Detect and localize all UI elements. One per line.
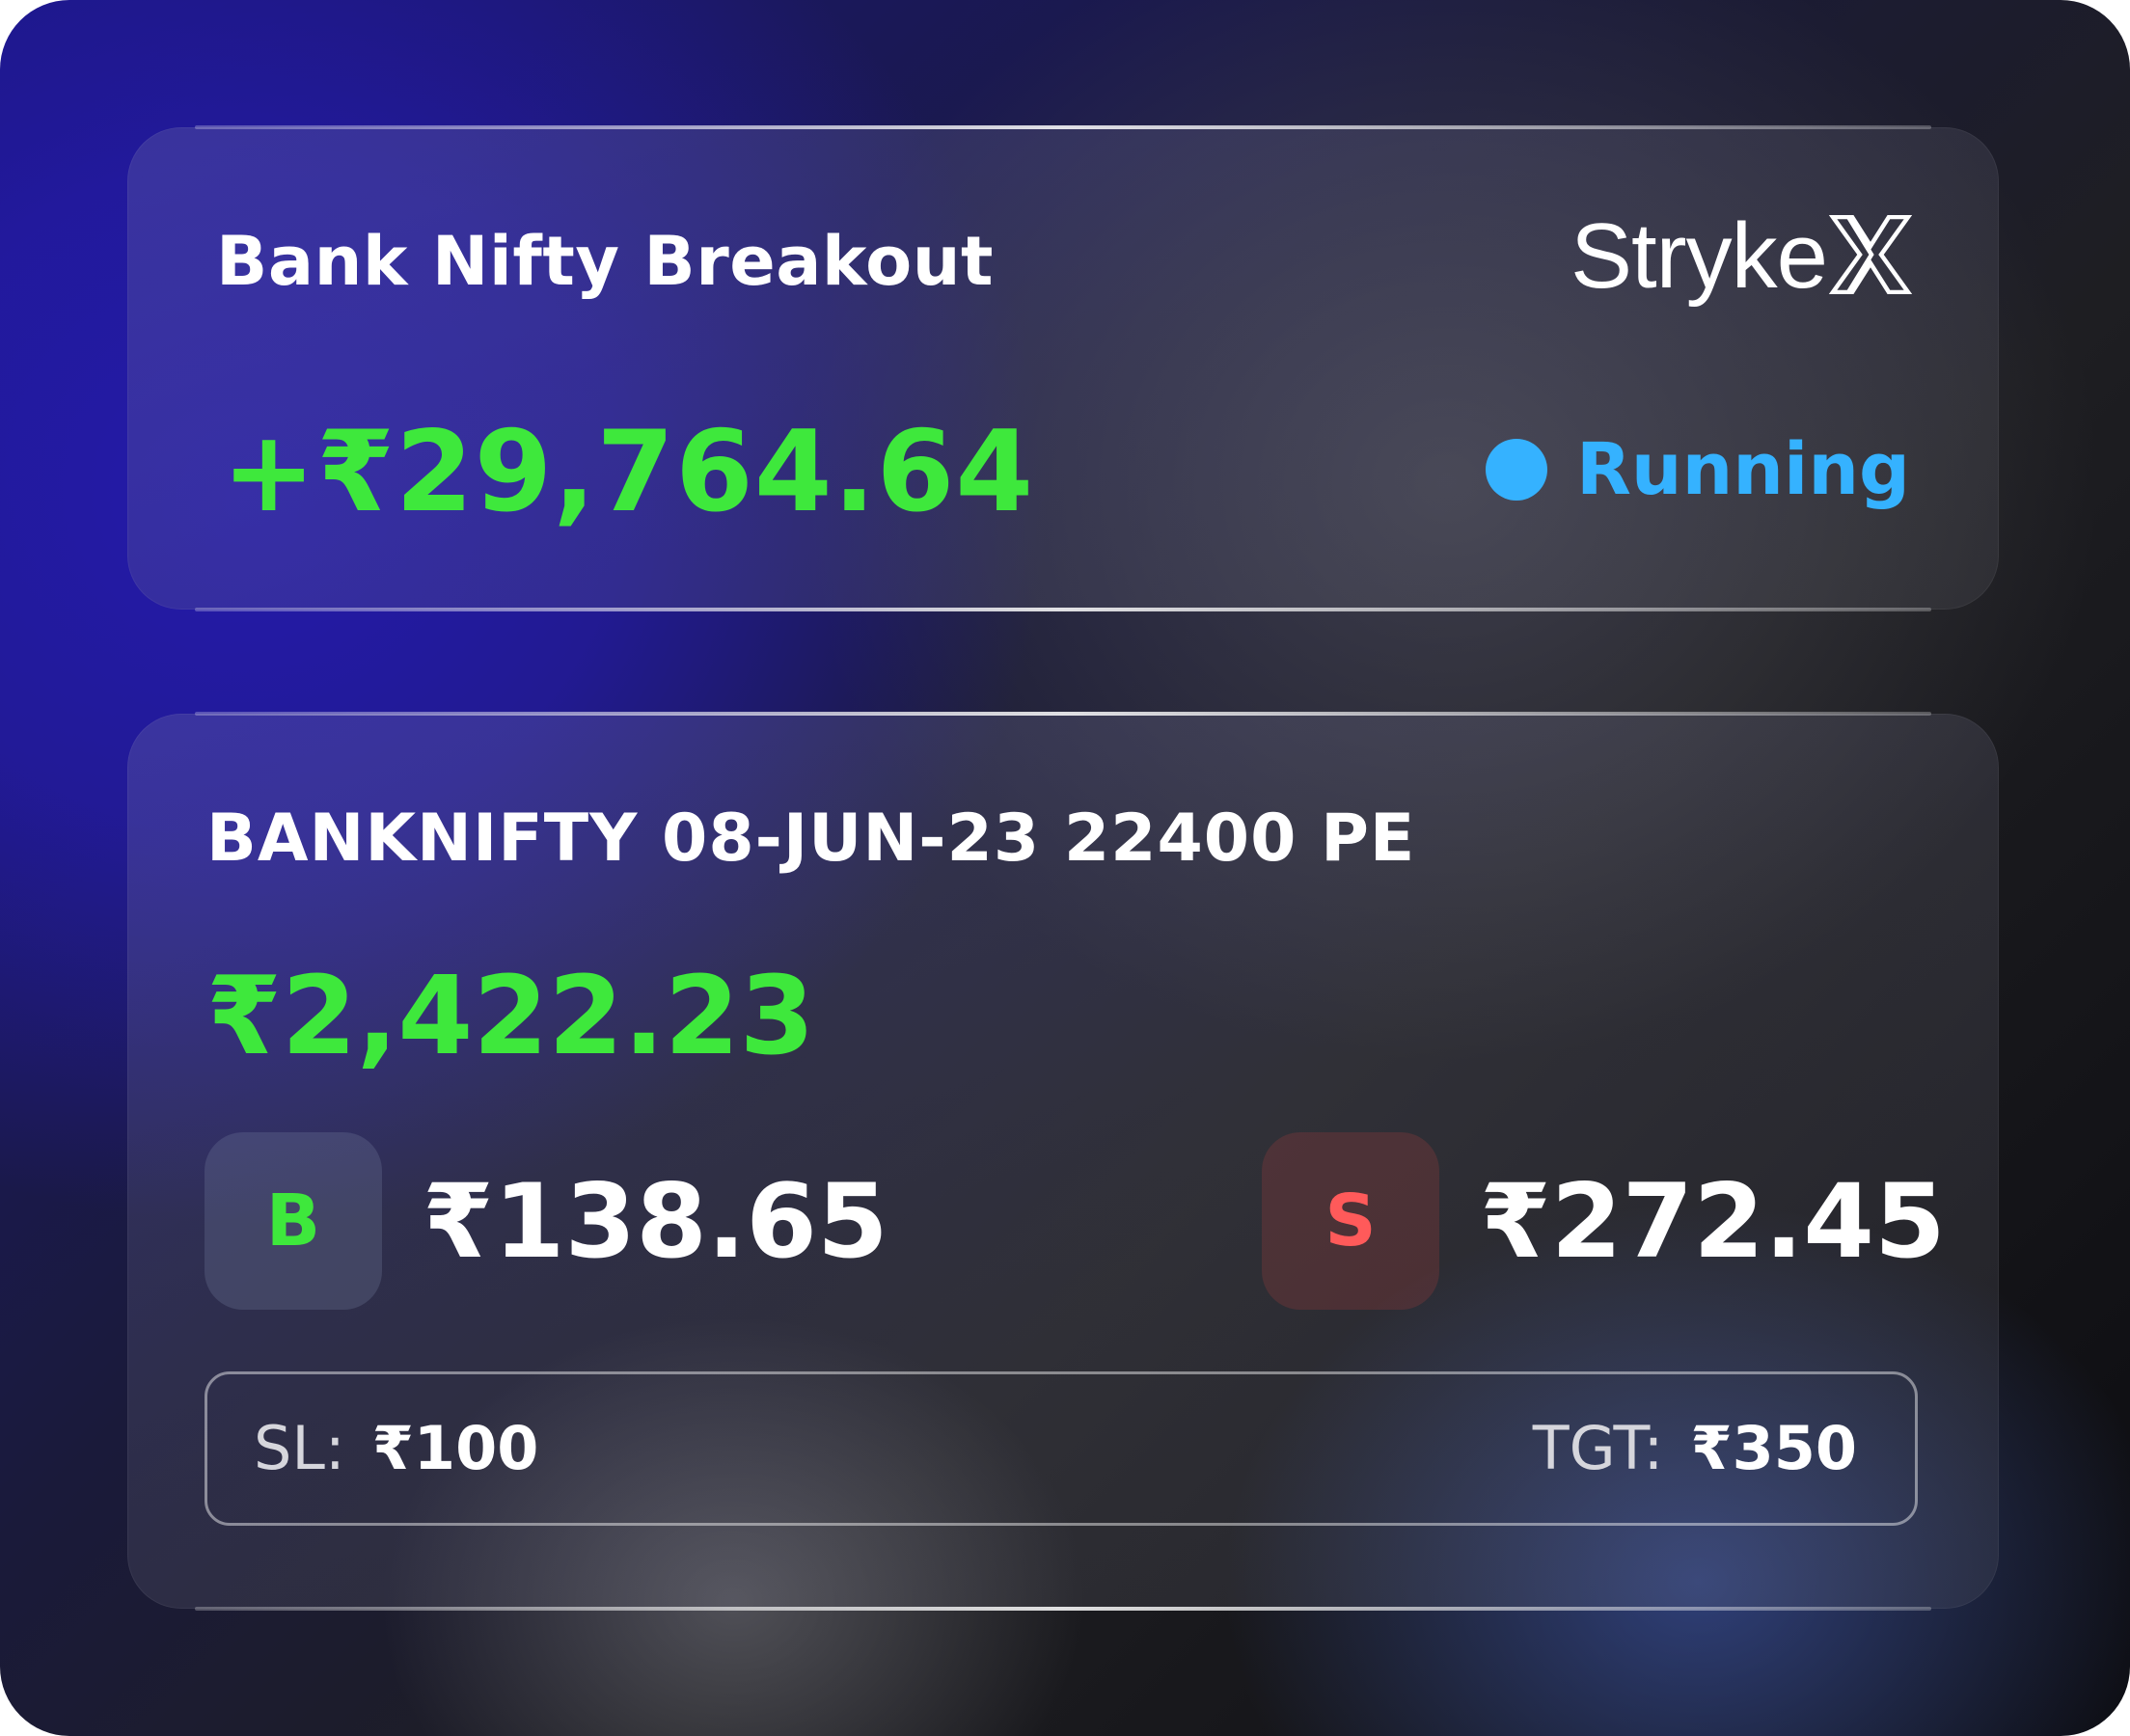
status-dot-icon <box>1485 439 1547 501</box>
position-pnl: ₹2,422.23 <box>206 954 815 1079</box>
stop-loss-label: SL: <box>254 1413 345 1483</box>
brand-logo: Stryke <box>1570 204 1913 308</box>
strategy-status: Running <box>1485 428 1910 511</box>
widget-frame: Bank Nifty Breakout Stryke +₹29,764.64 R… <box>0 0 2130 1736</box>
brand-x-icon <box>1828 214 1913 298</box>
strategy-total-pnl: +₹29,764.64 <box>222 407 1035 537</box>
sell-price: ₹272.45 <box>1480 1162 1946 1281</box>
brand-wordmark: Stryke <box>1570 204 1828 308</box>
target-label: TGT: <box>1532 1413 1664 1483</box>
strategy-card[interactable]: Bank Nifty Breakout Stryke +₹29,764.64 R… <box>127 125 1999 611</box>
stop-loss-value: ₹100 <box>371 1413 539 1483</box>
stop-loss: SL: ₹100 <box>254 1419 538 1478</box>
status-label: Running <box>1575 428 1910 511</box>
sell-badge: S <box>1262 1132 1439 1310</box>
buy-badge: B <box>205 1132 382 1310</box>
target-value: ₹350 <box>1690 1413 1857 1483</box>
limits-box: SL: ₹100 TGT: ₹350 <box>205 1371 1918 1526</box>
buy-price: ₹138.65 <box>423 1162 888 1281</box>
target: TGT: ₹350 <box>1533 1419 1857 1478</box>
instrument-name: BANKNIFTY 08-JUN-23 22400 PE <box>206 800 1416 877</box>
position-card[interactable]: BANKNIFTY 08-JUN-23 22400 PE ₹2,422.23 B… <box>127 712 1999 1611</box>
strategy-title: Bank Nifty Breakout <box>216 222 994 301</box>
